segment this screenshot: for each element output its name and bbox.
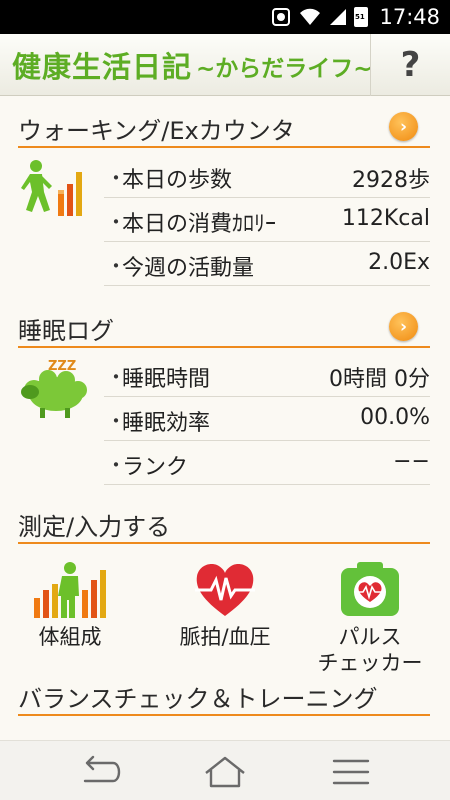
balance-section-title: バランスチェック＆トレーニング	[18, 685, 378, 713]
rank-value: −−	[393, 449, 430, 474]
tile-pulse-checker-label: パルス	[338, 625, 402, 649]
heart-pulse-icon	[195, 564, 255, 616]
walking-section-title: ウォーキング/Exカウンタ	[18, 117, 295, 145]
list-item-sleep-efficiency: ・ 睡眠効率 00.0%	[104, 397, 430, 441]
steps-label: 本日の歩数	[122, 168, 233, 193]
calories-label: 本日の消費ｶﾛﾘｰ	[122, 212, 277, 237]
menu-icon[interactable]	[326, 755, 376, 789]
status-icons: 51	[270, 7, 368, 27]
walking-section-header[interactable]: ウォーキング/Exカウンタ ›	[18, 108, 430, 148]
calories-value: 112Kcal	[341, 206, 430, 231]
navigation-bar	[0, 740, 450, 800]
tile-body-composition-label: 体組成	[38, 625, 102, 649]
help-icon: ?	[400, 45, 421, 85]
measure-section-header: 測定/入力する	[18, 504, 430, 544]
walking-detail-arrow-icon[interactable]: ›	[389, 112, 418, 141]
app-header: 健康生活日記 ~からだライフ~ ?	[0, 34, 450, 96]
list-item-rank: ・ ランク −−	[104, 441, 430, 485]
notification-icon	[272, 8, 290, 26]
home-icon[interactable]	[200, 755, 250, 789]
list-item-activity: ・ 今週の活動量 2.0Ex	[104, 242, 430, 286]
battery-icon: 51	[354, 7, 368, 27]
sleep-time-value: 0時間 0分	[329, 367, 430, 392]
pulse-camera-icon	[341, 562, 399, 616]
tile-body-composition[interactable]: 体組成	[0, 560, 140, 650]
balance-section-header: バランスチェック＆トレーニング	[18, 676, 430, 716]
sleep-time-label: 睡眠時間	[122, 367, 211, 392]
tile-pulse-blood-pressure-label: 脈拍/血圧	[179, 625, 271, 649]
sheep-icon: ZZZ	[21, 359, 87, 418]
help-button[interactable]: ?	[370, 34, 450, 96]
sleep-zzz: ZZZ	[48, 359, 76, 374]
sleep-detail-arrow-icon[interactable]: ›	[389, 312, 418, 341]
sleep-efficiency-label: 睡眠効率	[122, 411, 211, 436]
activity-value: 2.0Ex	[368, 250, 430, 275]
steps-value: 2928歩	[352, 168, 430, 193]
clock: 17:48	[379, 5, 440, 29]
list-item-sleep-time: ・ 睡眠時間 0時間 0分	[104, 353, 430, 397]
walker-bars-icon	[34, 562, 106, 618]
walker-bars-icon	[21, 160, 82, 216]
activity-label: 今週の活動量	[122, 256, 255, 281]
app-title: 健康生活日記	[12, 50, 193, 84]
tile-pulse-blood-pressure[interactable]: 脈拍/血圧	[155, 560, 295, 650]
battery-level: 51	[355, 13, 365, 21]
list-item-steps: ・ 本日の歩数 2928歩	[104, 154, 430, 198]
sleep-section-header[interactable]: 睡眠ログ ›	[18, 308, 430, 348]
wifi-icon	[300, 8, 320, 26]
tile-pulse-checker[interactable]: パルス チェッカー	[300, 560, 440, 676]
measure-section-title: 測定/入力する	[18, 513, 171, 541]
app-subtitle: ~からだライフ~	[196, 56, 373, 82]
back-icon[interactable]	[73, 755, 123, 789]
status-bar: 51 17:48	[0, 0, 450, 34]
sleep-efficiency-value: 00.0%	[360, 405, 430, 430]
signal-icon	[330, 9, 346, 25]
rank-label: ランク	[122, 455, 189, 480]
tile-pulse-checker-label-2: チェッカー	[317, 651, 423, 675]
list-item-calories: ・ 本日の消費ｶﾛﾘｰ 112Kcal	[104, 198, 430, 242]
sleep-section-title: 睡眠ログ	[18, 317, 114, 345]
